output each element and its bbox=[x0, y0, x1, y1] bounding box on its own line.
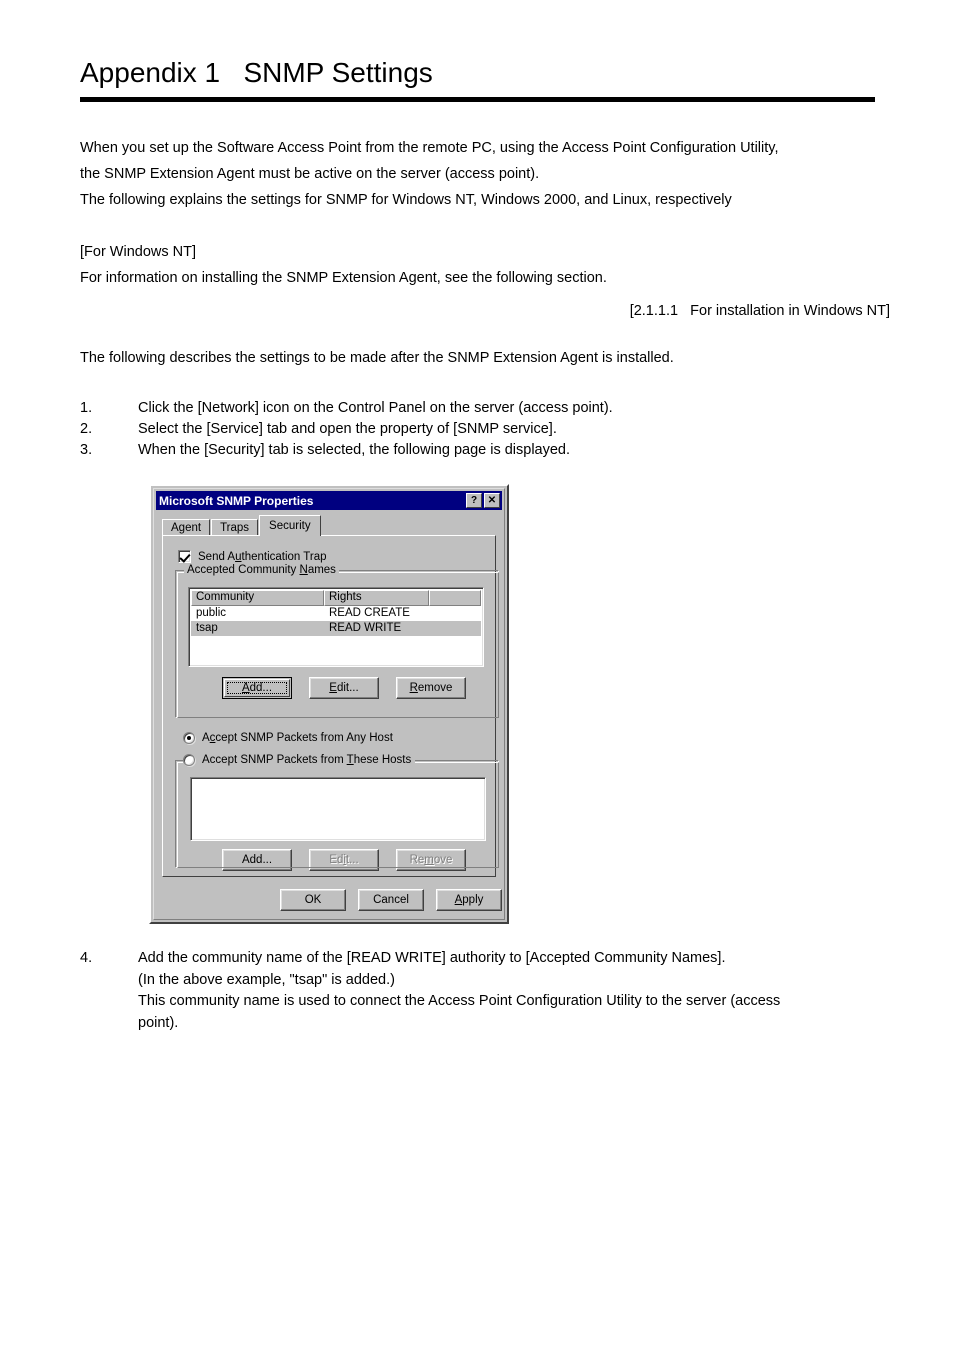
close-icon[interactable]: ✕ bbox=[484, 493, 500, 508]
ok-button[interactable]: OK bbox=[280, 889, 346, 911]
list-item-text: Click the [Network] icon on the Control … bbox=[138, 400, 613, 416]
send-authentication-trap-checkbox[interactable]: Send Authentication Trap bbox=[178, 550, 327, 563]
community-add-button[interactable]: Add... bbox=[222, 677, 292, 699]
accepted-community-names-group: Accepted Community Names Community Right… bbox=[175, 564, 499, 718]
column-header-rights[interactable]: Rights bbox=[324, 590, 429, 606]
cancel-button[interactable]: Cancel bbox=[358, 889, 424, 911]
cell-rights: READ CREATE bbox=[329, 607, 410, 619]
list-item: 2. Select the [Service] tab and open the… bbox=[80, 419, 890, 440]
page-title: Appendix 1 SNMP Settings bbox=[80, 57, 433, 88]
tab-agent[interactable]: Agent bbox=[162, 519, 211, 536]
list-item-text: When the [Security] tab is selected, the… bbox=[138, 442, 571, 458]
dialog-inner: Microsoft SNMP Properties ? ✕ Agent Trap… bbox=[153, 488, 505, 920]
describes-paragraph: The following describes the settings to … bbox=[80, 350, 674, 366]
tab-traps[interactable]: Traps bbox=[211, 519, 259, 536]
cell-rights: READ WRITE bbox=[329, 622, 402, 634]
cell-community: public bbox=[196, 607, 227, 619]
hosts-add-button[interactable]: Add... bbox=[222, 849, 292, 871]
list-item: 1. Click the [Network] icon on the Contr… bbox=[80, 398, 890, 419]
steps-list-after: 4. Add the community name of the [READ W… bbox=[80, 948, 890, 1034]
checkbox-icon[interactable] bbox=[178, 550, 191, 563]
steps-list: 1. Click the [Network] icon on the Contr… bbox=[80, 398, 890, 461]
hosts-listbox[interactable] bbox=[190, 777, 486, 841]
snmp-properties-dialog[interactable]: Microsoft SNMP Properties ? ✕ Agent Trap… bbox=[149, 484, 509, 924]
list-item-number: 2. bbox=[80, 421, 93, 437]
list-item-number: 1. bbox=[80, 400, 93, 416]
list-item-text: Select the [Service] tab and open the pr… bbox=[138, 421, 557, 437]
community-edit-button[interactable]: Edit... bbox=[309, 677, 379, 699]
list-item: 4. Add the community name of the [READ W… bbox=[80, 948, 890, 1034]
table-row[interactable]: tsap READ WRITE bbox=[191, 621, 481, 636]
security-tab-page: Send Authentication Trap Accepted Commun… bbox=[162, 535, 499, 877]
list-item-text: Add the community name of the [READ WRIT… bbox=[138, 950, 781, 1031]
cell-community: tsap bbox=[196, 622, 218, 634]
tab-security[interactable]: Security bbox=[259, 515, 321, 536]
community-remove-button[interactable]: Remove bbox=[396, 677, 466, 699]
windows-nt-section: [For Windows NT] For information on inst… bbox=[80, 244, 607, 286]
send-authentication-trap-label: Send Authentication Trap bbox=[198, 550, 327, 563]
radio-icon[interactable] bbox=[183, 754, 195, 766]
listview-header: Community Rights bbox=[191, 590, 481, 606]
column-header-blank[interactable] bbox=[429, 590, 481, 606]
accept-from-these-hosts-group: Add... Edit... Remove bbox=[175, 760, 499, 871]
hosts-remove-button: Remove bbox=[396, 849, 466, 871]
column-header-community[interactable]: Community bbox=[191, 590, 324, 606]
dialog-title: Microsoft SNMP Properties bbox=[159, 493, 314, 508]
radio-any-host-label: Accept SNMP Packets from Any Host bbox=[202, 732, 393, 744]
apply-button[interactable]: Apply bbox=[436, 889, 502, 911]
radio-icon[interactable] bbox=[183, 732, 195, 744]
group-title: Accepted Community Names bbox=[184, 564, 339, 576]
list-item: 3. When the [Security] tab is selected, … bbox=[80, 440, 890, 461]
button-label: Add... bbox=[224, 679, 290, 697]
document-page: Appendix 1 SNMP Settings When you set up… bbox=[0, 0, 954, 1351]
cross-reference: [2.1.1.1 For installation in Windows NT] bbox=[629, 303, 890, 319]
title-rule bbox=[80, 97, 875, 102]
community-listview[interactable]: Community Rights public READ CREATE tsap… bbox=[188, 587, 484, 667]
intro-paragraph: When you set up the Software Access Poin… bbox=[80, 140, 779, 208]
dialog-titlebar[interactable]: Microsoft SNMP Properties ? ✕ bbox=[156, 491, 502, 510]
radio-accept-any-host[interactable]: Accept SNMP Packets from Any Host bbox=[183, 732, 393, 744]
hosts-edit-button: Edit... bbox=[309, 849, 379, 871]
list-item-number: 3. bbox=[80, 442, 93, 458]
radio-these-hosts-label: Accept SNMP Packets from These Hosts bbox=[202, 754, 412, 766]
dialog-button-bar: OK Cancel Apply bbox=[154, 889, 504, 913]
radio-accept-these-hosts[interactable]: Accept SNMP Packets from These Hosts bbox=[183, 754, 416, 766]
list-item-number: 4. bbox=[80, 950, 93, 966]
help-icon[interactable]: ? bbox=[466, 493, 482, 508]
table-row[interactable]: public READ CREATE bbox=[191, 606, 481, 621]
tab-strip: Agent Traps Security bbox=[162, 515, 502, 536]
